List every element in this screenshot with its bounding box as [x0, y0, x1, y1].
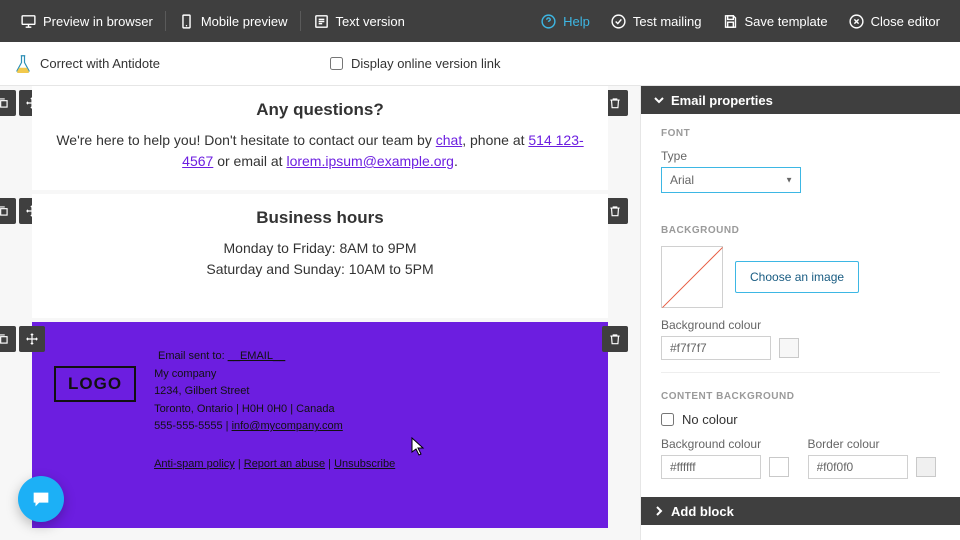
report-abuse-link[interactable]: Report an abuse: [244, 458, 325, 470]
close-editor-button[interactable]: Close editor: [838, 13, 950, 30]
chat-icon: [30, 488, 52, 510]
mobile-preview-button[interactable]: Mobile preview: [168, 13, 298, 30]
divider: [661, 372, 940, 373]
text-version-button[interactable]: Text version: [303, 13, 415, 30]
check-circle-icon: [610, 13, 627, 30]
content-bg-label: Background colour: [661, 437, 794, 451]
beaker-icon: [14, 53, 32, 75]
content-bg-heading: CONTENT BACKGROUND: [661, 391, 940, 402]
chevron-down-icon: [653, 94, 665, 106]
copy-icon: [0, 96, 10, 110]
background-heading: BACKGROUND: [661, 225, 940, 236]
company-street: 1234, Gilbert Street: [154, 383, 395, 401]
bg-color-swatch[interactable]: [779, 338, 799, 358]
background-image-thumb[interactable]: [661, 246, 723, 308]
email-properties-header[interactable]: Email properties: [641, 86, 960, 114]
border-color-input[interactable]: [808, 455, 908, 479]
company-name: My company: [154, 366, 395, 384]
trash-icon: [608, 204, 622, 218]
mobile-preview-label: Mobile preview: [201, 14, 288, 29]
duplicate-button[interactable]: [0, 326, 16, 352]
text-version-label: Text version: [336, 14, 405, 29]
delete-button[interactable]: [602, 326, 628, 352]
company-email-link[interactable]: info@mycompany.com: [232, 420, 343, 432]
save-icon: [722, 13, 739, 30]
questions-text: We're here to help you! Don't hesitate t…: [54, 130, 586, 172]
save-template-label: Save template: [745, 14, 828, 29]
help-label: Help: [563, 14, 590, 29]
canvas-area[interactable]: Any questions? We're here to help you! D…: [0, 86, 640, 540]
sentto-value: __EMAIL__: [228, 350, 285, 362]
hours-block[interactable]: Business hours Monday to Friday: 8AM to …: [32, 194, 608, 318]
choose-image-button[interactable]: Choose an image: [735, 261, 859, 293]
company-city: Toronto, Ontario | H0H 0H0 | Canada: [154, 401, 395, 419]
font-type-select[interactable]: Arial: [661, 167, 801, 193]
footer-block[interactable]: Email sent to: __EMAIL__ LOGO My company…: [32, 322, 608, 528]
email-block-wrap: Business hours Monday to Friday: 8AM to …: [32, 194, 608, 318]
border-color-label: Border colour: [808, 437, 941, 451]
no-colour-checkbox[interactable]: [661, 413, 674, 426]
questions-title: Any questions?: [54, 100, 586, 120]
add-block-title: Add block: [671, 504, 734, 519]
options-bar: Correct with Antidote Display online ver…: [0, 42, 960, 86]
text-icon: [313, 13, 330, 30]
properties-panel: Email properties FONT Type Arial BACKGRO…: [640, 86, 960, 540]
chevron-right-icon: [653, 505, 665, 517]
duplicate-button[interactable]: [0, 198, 16, 224]
email-block-wrap: Any questions? We're here to help you! D…: [32, 86, 608, 190]
antidote-button[interactable]: Correct with Antidote: [14, 53, 160, 75]
chat-link[interactable]: chat: [436, 132, 462, 148]
no-colour-toggle[interactable]: No colour: [661, 412, 940, 427]
sentto-label: Email sent to:: [158, 350, 228, 362]
preview-browser-button[interactable]: Preview in browser: [10, 13, 163, 30]
anti-spam-link[interactable]: Anti-spam policy: [154, 458, 235, 470]
questions-block[interactable]: Any questions? We're here to help you! D…: [32, 86, 608, 190]
trash-icon: [608, 96, 622, 110]
email-block-wrap: Email sent to: __EMAIL__ LOGO My company…: [32, 322, 608, 528]
unsubscribe-link[interactable]: Unsubscribe: [334, 458, 395, 470]
company-phone: 555-555-5555: [154, 420, 223, 432]
test-mailing-label: Test mailing: [633, 14, 702, 29]
top-toolbar: Preview in browser Mobile preview Text v…: [0, 0, 960, 42]
bg-color-label: Background colour: [661, 318, 940, 332]
email-properties-title: Email properties: [671, 93, 773, 108]
online-version-label: Display online version link: [351, 56, 501, 71]
email-link[interactable]: lorem.ipsum@example.org: [286, 153, 454, 169]
close-editor-label: Close editor: [871, 14, 940, 29]
bg-color-input[interactable]: [661, 336, 771, 360]
mobile-icon: [178, 13, 195, 30]
preview-browser-label: Preview in browser: [43, 14, 153, 29]
move-button[interactable]: [19, 326, 45, 352]
help-icon: [540, 13, 557, 30]
online-version-toggle[interactable]: Display online version link: [330, 56, 501, 71]
add-block-header[interactable]: Add block: [641, 497, 960, 525]
monitor-icon: [20, 13, 37, 30]
online-version-checkbox[interactable]: [330, 57, 343, 70]
hours-title: Business hours: [54, 208, 586, 228]
duplicate-button[interactable]: [0, 90, 16, 116]
no-colour-label: No colour: [682, 412, 738, 427]
content-bg-input[interactable]: [661, 455, 761, 479]
border-color-swatch[interactable]: [916, 457, 936, 477]
divider: [165, 11, 166, 31]
save-template-button[interactable]: Save template: [712, 13, 838, 30]
trash-icon: [608, 332, 622, 346]
content-bg-swatch[interactable]: [769, 457, 789, 477]
antidote-label: Correct with Antidote: [40, 56, 160, 71]
logo-placeholder: LOGO: [54, 366, 136, 402]
hours-line2: Saturday and Sunday: 10AM to 5PM: [206, 261, 433, 277]
chat-launcher[interactable]: [18, 476, 64, 522]
font-type-label: Type: [661, 149, 940, 163]
move-icon: [25, 332, 39, 346]
hours-line1: Monday to Friday: 8AM to 9PM: [224, 240, 417, 256]
copy-icon: [0, 204, 10, 218]
test-mailing-button[interactable]: Test mailing: [600, 13, 712, 30]
help-button[interactable]: Help: [530, 13, 600, 30]
copy-icon: [0, 332, 10, 346]
divider: [300, 11, 301, 31]
font-heading: FONT: [661, 128, 940, 139]
close-circle-icon: [848, 13, 865, 30]
